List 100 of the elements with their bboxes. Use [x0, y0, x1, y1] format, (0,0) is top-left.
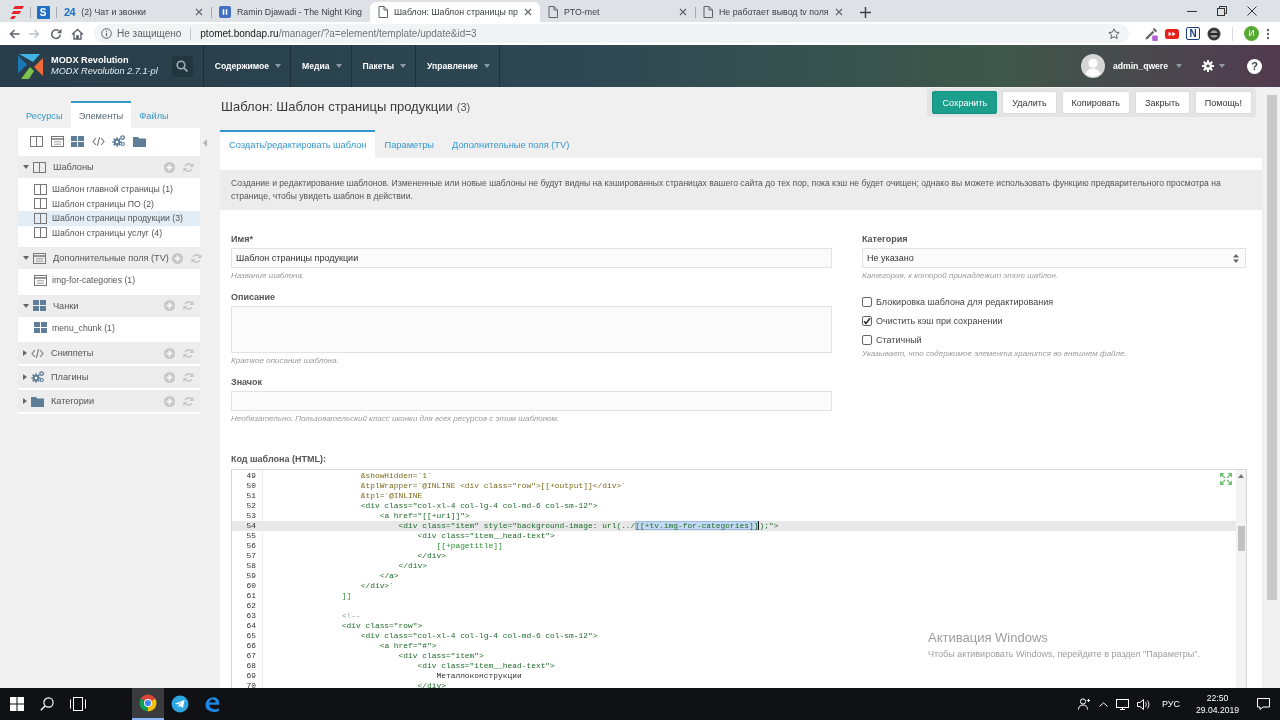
settings-icon	[1202, 60, 1214, 72]
menu-item[interactable]: Медиа	[290, 45, 351, 87]
caret-icon	[335, 64, 342, 68]
text-field[interactable]: Шаблон страницы продукции	[231, 248, 832, 268]
tree-item[interactable]: Шаблон страницы ПО (2)	[18, 196, 200, 211]
caret-icon	[275, 64, 282, 68]
search-icon[interactable]	[40, 697, 54, 711]
grid-icon[interactable]	[71, 135, 84, 147]
select-field[interactable]: Не указано	[862, 248, 1246, 268]
description-text: Создание и редактирование шаблонов. Измененные или новые шаблоны не будут видны на кэшированных страницах вашего сайта до тех пор, пока кэш не будет очищен; однако вы можете использовать функцию предварительного просмотра на странице, чтобы увидеть шаблон в действии.	[220, 170, 1262, 210]
tree-item[interactable]: Шаблон страницы услуг (4)	[18, 225, 200, 240]
tree-item[interactable]: Шаблон главной страницы (1)	[18, 182, 200, 197]
action-button[interactable]: Закрыть	[1135, 91, 1190, 114]
network-icon[interactable]	[1115, 698, 1129, 710]
columns-icon	[33, 161, 46, 173]
home-icon[interactable]	[71, 27, 84, 40]
columns-icon[interactable]	[30, 135, 43, 147]
pinned-tab[interactable]: S	[30, 2, 56, 22]
browser-tab[interactable]: Шаблон: Шаблон страницы пр	[370, 2, 540, 22]
field-hint: Название шаблона.	[231, 270, 306, 282]
more-menu-icon[interactable]	[1266, 27, 1270, 40]
sidebar-tab[interactable]: Элементы	[70, 101, 132, 128]
chevron-up-icon[interactable]	[1098, 701, 1108, 707]
action-button[interactable]: Помощь!	[1194, 91, 1252, 114]
menu-item[interactable]: Содержимое	[202, 45, 291, 87]
notification-icon[interactable]	[1257, 698, 1270, 710]
scrollbar[interactable]	[1236, 470, 1246, 688]
tree-item[interactable]: menu_chunk (1)	[18, 320, 200, 335]
folder-icon[interactable]	[132, 135, 146, 147]
people-icon[interactable]	[1077, 698, 1091, 710]
close-icon[interactable]	[1247, 6, 1257, 16]
reload-icon[interactable]	[50, 27, 62, 40]
checkbox-label[interactable]: Статичный	[876, 335, 922, 345]
task-view-icon[interactable]	[70, 697, 86, 711]
security-label[interactable]: Не защищено	[117, 28, 182, 39]
browser-tab[interactable]: 24 (2) Чат и звонки	[56, 2, 211, 22]
help-button[interactable]: ?	[1247, 58, 1262, 74]
new-tab-icon[interactable]	[859, 7, 871, 18]
paper-plane-icon	[171, 695, 189, 713]
checkbox[interactable]	[862, 335, 872, 345]
columns-icon	[34, 227, 47, 239]
text-field[interactable]	[231, 391, 832, 411]
columns-icon	[34, 183, 47, 195]
browser-tab[interactable]: Не работает вывод tv поля	[694, 2, 851, 22]
language-indicator[interactable]: РУС	[1161, 699, 1180, 709]
item-count: (3)	[456, 101, 471, 113]
page-icon	[702, 6, 713, 18]
field-hint: Категория, к которой принадлежит этот шаблон.	[862, 270, 1060, 282]
clock-date[interactable]: 29.04.2019	[1196, 704, 1239, 716]
url-text[interactable]: ptomet.bondap.ru/manager/?a=element/template/update&id=3	[200, 28, 477, 39]
code-icon	[31, 347, 44, 359]
page-icon	[547, 6, 558, 18]
code-icon[interactable]	[91, 135, 105, 147]
logo-icon	[17, 52, 44, 80]
action-button[interactable]: Удалить	[1002, 91, 1057, 114]
gears-icon[interactable]	[112, 135, 125, 147]
user-menu[interactable]: admin_qwere	[1113, 61, 1182, 71]
field-label: Значок	[231, 376, 264, 388]
close-icon[interactable]	[523, 8, 532, 16]
panes-icon[interactable]	[10, 697, 24, 711]
menu-item[interactable]: Управление	[415, 45, 500, 87]
tree-item[interactable]: img-for-categories (1)	[18, 273, 200, 288]
tree-item[interactable]: Шаблон страницы продукции (3)	[18, 211, 200, 226]
settings-button[interactable]	[1202, 60, 1225, 72]
disc-icon[interactable]	[1207, 26, 1221, 41]
close-icon[interactable]	[834, 8, 843, 16]
star-icon[interactable]	[1108, 27, 1120, 40]
close-icon[interactable]	[678, 8, 687, 16]
info-icon[interactable]	[101, 28, 112, 39]
tree-section[interactable]: Дополнительные поля (TV)	[18, 247, 200, 269]
activation-text: Чтобы активировать Windows, перейдите в раздел "Параметры".	[928, 648, 1200, 660]
page-title: Шаблон: Шаблон страницы продукции	[221, 99, 453, 114]
taskbar-button[interactable]	[132, 688, 164, 720]
extension-button[interactable]: N	[1186, 27, 1200, 40]
list-icon[interactable]	[50, 135, 64, 147]
columns-icon	[34, 212, 47, 224]
browser-tab[interactable]: PTO-met	[539, 2, 695, 22]
gears-icon	[31, 371, 44, 383]
action-button[interactable]: Копировать	[1061, 91, 1131, 114]
menu-item[interactable]: Пакеты	[350, 45, 416, 87]
field-label: Описание	[231, 291, 277, 303]
volume-icon[interactable]	[1136, 698, 1150, 710]
browser-tab[interactable]: Ramin Djawadi - The Night King	[211, 2, 370, 22]
restore-icon[interactable]	[1217, 6, 1227, 16]
eyedropper-icon[interactable]	[1144, 26, 1158, 41]
address-bar[interactable]: Не защищено ptomet.bondap.ru/manager/?a=element/template/update&id=3	[94, 24, 1129, 43]
checkbox[interactable]	[862, 316, 872, 326]
user-avatar-icon[interactable]	[1081, 54, 1106, 78]
checkbox-label[interactable]: Блокировка шаблона для редактирования	[876, 297, 1054, 307]
search-button[interactable]	[171, 55, 193, 77]
checkbox-label[interactable]: Очистить кэш при сохранении	[876, 316, 1003, 326]
scrollbar-thumb[interactable]	[1267, 95, 1277, 600]
close-icon[interactable]	[195, 8, 203, 16]
checkbox[interactable]	[862, 297, 872, 307]
scroll-up-icon[interactable]	[1238, 474, 1244, 478]
back-icon[interactable]	[8, 27, 20, 40]
double-arrow-icon[interactable]	[1165, 28, 1179, 39]
clock-time[interactable]: 22:50	[1206, 692, 1229, 704]
scrollbar-thumb[interactable]	[1237, 526, 1245, 551]
grid-icon	[33, 300, 46, 311]
